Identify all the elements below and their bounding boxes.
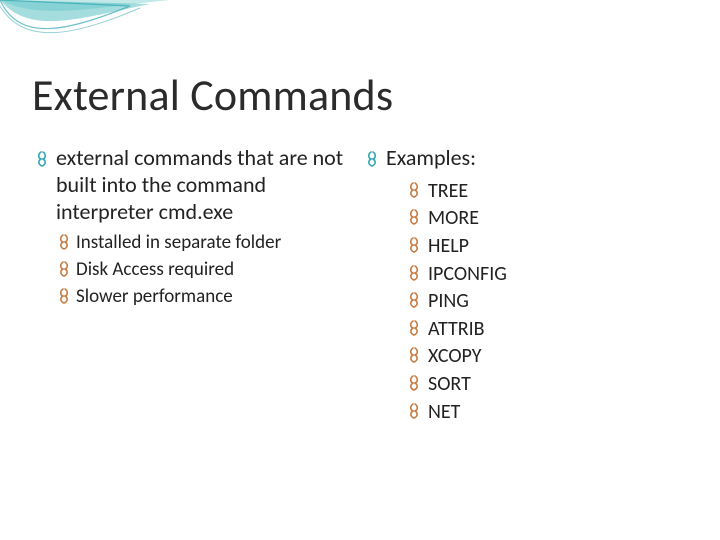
bullet-icon xyxy=(56,233,72,259)
corner-decoration xyxy=(0,0,170,58)
right-heading-text: Examples: xyxy=(386,144,476,171)
left-sub-item: Disk Access required xyxy=(56,258,356,283)
example-item: ATTRIB xyxy=(406,316,686,344)
content-columns: external commands that are not built int… xyxy=(34,145,686,426)
example-item: NET xyxy=(406,399,686,427)
bullet-icon xyxy=(406,263,422,291)
bullet-icon xyxy=(406,180,422,208)
right-heading: Examples: xyxy=(364,145,686,172)
example-item: IPCONFIG xyxy=(406,261,686,289)
bullet-icon xyxy=(406,290,422,318)
slide: External Commands external commands that… xyxy=(0,0,720,540)
example-text: XCOPY xyxy=(428,344,482,368)
left-main-text: external commands that are not built int… xyxy=(56,144,343,225)
example-item: HELP xyxy=(406,233,686,261)
example-text: NET xyxy=(428,400,460,424)
bullet-icon xyxy=(364,148,380,175)
example-text: TREE xyxy=(428,179,468,203)
example-text: PING xyxy=(428,289,469,313)
bullet-icon xyxy=(56,260,72,286)
left-sub-text: Installed in separate folder xyxy=(76,231,281,254)
bullet-icon xyxy=(56,287,72,313)
bullet-icon xyxy=(406,345,422,373)
slide-title: External Commands xyxy=(32,68,393,122)
example-item: MORE xyxy=(406,205,686,233)
bullet-icon xyxy=(406,373,422,401)
left-sub-text: Disk Access required xyxy=(76,258,234,281)
left-main-point: external commands that are not built int… xyxy=(34,145,356,225)
example-item: PING xyxy=(406,288,686,316)
bullet-icon xyxy=(34,148,50,175)
left-sub-text: Slower performance xyxy=(76,285,233,308)
bullet-icon xyxy=(406,207,422,235)
bullet-icon xyxy=(406,401,422,429)
example-text: SORT xyxy=(428,372,471,396)
example-text: MORE xyxy=(428,206,479,230)
left-sub-item: Slower performance xyxy=(56,285,356,310)
bullet-icon xyxy=(406,235,422,263)
example-text: HELP xyxy=(428,234,469,258)
example-item: XCOPY xyxy=(406,343,686,371)
example-text: IPCONFIG xyxy=(428,262,507,286)
right-column: Examples: TREE MORE HELP IPCONFIG PING A… xyxy=(364,145,686,426)
bullet-icon xyxy=(406,318,422,346)
left-column: external commands that are not built int… xyxy=(34,145,356,426)
left-sub-item: Installed in separate folder xyxy=(56,231,356,256)
example-text: ATTRIB xyxy=(428,317,485,341)
example-item: TREE xyxy=(406,178,686,206)
example-item: SORT xyxy=(406,371,686,399)
